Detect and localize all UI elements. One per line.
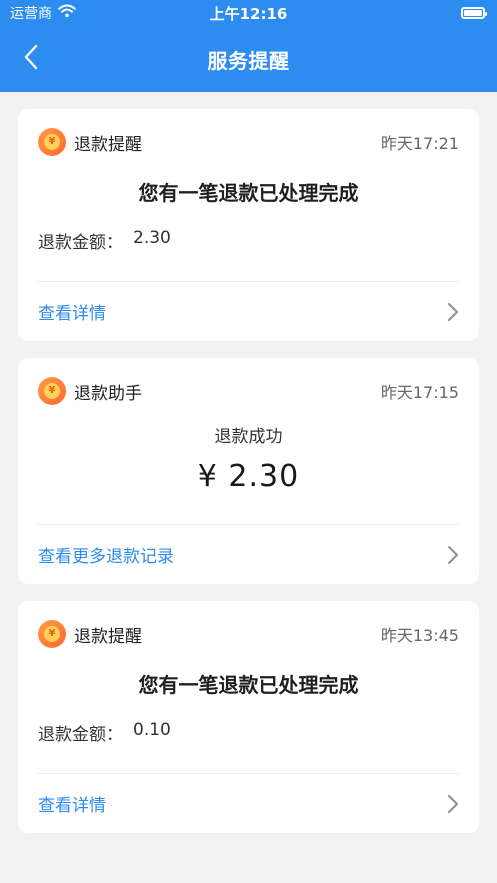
card-header-left: ¥ 退款提醒	[38, 128, 142, 156]
refund-amount-value: 0.10	[133, 720, 171, 740]
refund-amount-line: 退款金额： 0.10	[38, 720, 459, 745]
card-header: ¥ 退款提醒 昨天13:45	[18, 601, 479, 651]
refund-amount-line: 退款金额： 2.30	[38, 228, 459, 253]
card-title: 退款提醒	[74, 134, 142, 155]
wifi-icon	[58, 4, 76, 22]
card-title: 退款提醒	[74, 626, 142, 647]
battery-icon	[461, 7, 487, 19]
chevron-right-icon	[445, 302, 461, 321]
card-time: 昨天17:15	[380, 383, 459, 402]
card-headline: 您有一笔退款已处理完成	[138, 181, 359, 205]
card-time: 昨天17:21	[380, 134, 459, 153]
view-details-label: 查看详情	[38, 796, 106, 816]
chevron-right-icon	[445, 545, 461, 564]
chevron-right-icon	[445, 794, 461, 813]
app-root: 运营商 上午12:16 服务提醒 ¥ 退款提醒 昨天17:21 您有一笔退款已处…	[0, 0, 497, 883]
refund-amount: ¥ 2.30	[197, 459, 300, 494]
battery-fill	[464, 10, 482, 16]
navigation-bar: 服务提醒	[0, 26, 497, 92]
refund-coin-icon: ¥	[38, 620, 66, 648]
carrier-label: 运营商	[10, 6, 52, 22]
refund-amount-label: 退款金额：	[38, 233, 123, 253]
card-title: 退款助手	[74, 383, 142, 404]
card-body: 您有一笔退款已处理完成 退款金额： 0.10	[18, 669, 479, 745]
view-more-refund-records-link[interactable]: 查看更多退款记录	[18, 525, 479, 584]
back-chevron-icon	[23, 44, 39, 74]
card-header: ¥ 退款助手 昨天17:15	[18, 358, 479, 408]
card-body: 您有一笔退款已处理完成 退款金额： 2.30	[18, 177, 479, 253]
notification-list: ¥ 退款提醒 昨天17:21 您有一笔退款已处理完成 退款金额： 2.30 查看…	[0, 92, 497, 833]
view-more-refund-records-label: 查看更多退款记录	[38, 547, 174, 567]
view-details-label: 查看详情	[38, 304, 106, 324]
coin-symbol: ¥	[44, 383, 60, 399]
refund-coin-icon: ¥	[38, 377, 66, 405]
card-header: ¥ 退款提醒 昨天17:21	[18, 109, 479, 159]
status-bar: 运营商	[0, 0, 497, 26]
view-details-link[interactable]: 查看详情	[18, 774, 479, 833]
card-header-left: ¥ 退款提醒	[38, 620, 142, 648]
card-header-left: ¥ 退款助手	[38, 377, 142, 405]
top-bar: 运营商 上午12:16 服务提醒	[0, 0, 497, 92]
card-headline: 您有一笔退款已处理完成	[138, 673, 359, 697]
back-button[interactable]	[16, 44, 46, 74]
page-title: 服务提醒	[207, 48, 290, 73]
coin-symbol: ¥	[44, 134, 60, 150]
refund-amount-label: 退款金额：	[38, 725, 123, 745]
view-details-link[interactable]: 查看详情	[18, 282, 479, 341]
refund-amount-value: 2.30	[133, 228, 171, 248]
coin-symbol: ¥	[44, 626, 60, 642]
refund-reminder-card: ¥ 退款提醒 昨天17:21 您有一笔退款已处理完成 退款金额： 2.30 查看…	[18, 109, 479, 341]
card-time: 昨天13:45	[380, 626, 459, 645]
card-body: 退款成功 ¥ 2.30	[18, 422, 479, 494]
refund-reminder-card: ¥ 退款提醒 昨天13:45 您有一笔退款已处理完成 退款金额： 0.10 查看…	[18, 601, 479, 833]
refund-status: 退款成功	[214, 427, 283, 447]
refund-coin-icon: ¥	[38, 128, 66, 156]
refund-assistant-card: ¥ 退款助手 昨天17:15 退款成功 ¥ 2.30 查看更多退款记录	[18, 358, 479, 584]
status-left: 运营商	[10, 3, 76, 23]
